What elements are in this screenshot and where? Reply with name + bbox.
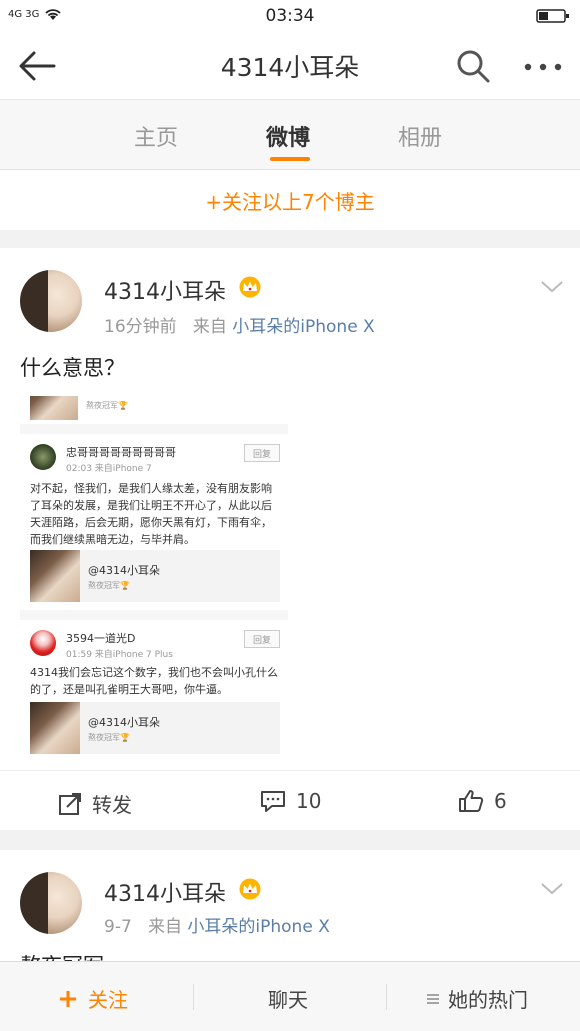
thumbs-up-icon <box>459 790 484 812</box>
post-time: 9-7 <box>104 917 132 937</box>
signal-indicators: 4G 3G <box>8 7 63 21</box>
quoted-username: @4314小耳朵 <box>88 564 160 577</box>
clock: 03:34 <box>265 6 315 26</box>
comment-button[interactable]: 10 <box>260 789 321 813</box>
post-meta: 9-7 来自 小耳朵的iPhone X <box>104 912 330 937</box>
quoted-caption: 熬夜冠军🏆 <box>88 733 130 742</box>
quoted-username: @4314小耳朵 <box>88 716 160 729</box>
comment-count: 10 <box>296 789 322 813</box>
post-image[interactable]: 熬夜冠军🏆 忠哥哥哥哥哥哥哥哥哥 02:03 来自iPhone 7 回复 对不起… <box>20 396 288 756</box>
repost-icon <box>59 792 81 815</box>
comment-icon <box>261 791 285 812</box>
top-nav-bar: 4314小耳朵 <box>0 32 580 100</box>
post-username[interactable]: 4314小耳朵 <box>104 274 226 306</box>
like-count: 6 <box>494 789 507 813</box>
comment-time: 02:03 来自iPhone 7 <box>66 464 152 474</box>
embedded-thumbnail <box>30 396 78 420</box>
list-icon <box>427 993 439 1004</box>
network-label: 4G 3G <box>8 8 40 20</box>
comment-time: 01:59 来自iPhone 7 Plus <box>66 650 173 660</box>
wifi-icon <box>45 9 62 20</box>
status-bar: 4G 3G 03:34 <box>0 0 580 32</box>
post-source[interactable]: 小耳朵的iPhone X <box>187 917 329 937</box>
plus-icon <box>60 990 76 1007</box>
follow-all-button[interactable]: +关注以上7个博主 <box>0 170 580 230</box>
quoted-thumbnail <box>30 702 80 754</box>
repost-button[interactable]: 转发 <box>58 789 132 818</box>
tab-weibo[interactable]: 微博 <box>266 120 310 152</box>
chat-button[interactable]: 聊天 <box>268 984 308 1013</box>
reply-label: 回复 <box>244 630 280 648</box>
post-text: 什么意思？ <box>20 356 125 380</box>
hot-posts-label: 她的热门 <box>448 988 528 1012</box>
reply-label: 回复 <box>244 444 280 462</box>
like-button[interactable]: 6 <box>458 789 507 813</box>
quoted-post: @4314小耳朵 熬夜冠军🏆 <box>30 550 280 602</box>
active-tab-indicator <box>270 157 310 161</box>
comment-text: 对不起，怪我们，是我们人缘太差，没有朋友影响了耳朵的发展，是我们让明王不开心了，… <box>30 482 272 546</box>
hot-posts-button[interactable]: 她的热门 <box>426 984 528 1013</box>
bottom-action-bar: 关注 聊天 她的热门 <box>0 961 580 1031</box>
crown-badge-icon <box>239 276 261 298</box>
divider <box>193 984 194 1010</box>
commenter-name: 3594一道光D <box>66 632 136 645</box>
page-title: 4314小耳朵 <box>220 52 360 82</box>
more-options-icon[interactable] <box>523 62 563 72</box>
chevron-down-icon[interactable] <box>540 280 564 294</box>
avatar[interactable] <box>20 270 82 332</box>
quoted-post: @4314小耳朵 熬夜冠军🏆 <box>30 702 280 754</box>
back-arrow-icon[interactable] <box>18 50 58 82</box>
embedded-comment: 3594一道光D 01:59 来自iPhone 7 Plus 回复 4314我们… <box>20 620 288 756</box>
follow-button[interactable]: 关注 <box>58 984 128 1013</box>
commenter-name: 忠哥哥哥哥哥哥哥哥哥 <box>66 446 176 459</box>
post-username[interactable]: 4314小耳朵 <box>104 876 226 908</box>
post-meta: 16分钟前 来自 小耳朵的iPhone X <box>104 312 375 337</box>
post-card: 4314小耳朵 16分钟前 来自 小耳朵的iPhone X 什么意思？ 熬夜冠军… <box>0 248 580 830</box>
quoted-thumbnail <box>30 550 80 602</box>
repost-label: 转发 <box>92 793 132 817</box>
divider <box>386 984 387 1010</box>
search-icon[interactable] <box>455 48 491 84</box>
follow-label: 关注 <box>88 988 128 1012</box>
avatar[interactable] <box>20 872 82 934</box>
commenter-avatar <box>30 630 56 656</box>
post-source[interactable]: 小耳朵的iPhone X <box>232 317 374 337</box>
tab-home[interactable]: 主页 <box>134 120 178 152</box>
post-action-bar: 转发 10 6 <box>0 770 580 830</box>
embedded-top-strip: 熬夜冠军🏆 <box>20 396 288 424</box>
post-time: 16分钟前 <box>104 317 177 337</box>
comment-text: 4314我们会忘记这个数字，我们也不会叫小孔什么的了，还是叫孔雀明王大哥吧，你牛… <box>30 666 278 696</box>
commenter-avatar <box>30 444 56 470</box>
chevron-down-icon[interactable] <box>540 882 564 896</box>
crown-badge-icon <box>239 878 261 900</box>
post-card: 4314小耳朵 9-7 来自 小耳朵的iPhone X 熬夜冠军 <box>0 850 580 970</box>
source-prefix: 来自 <box>148 917 182 937</box>
source-prefix: 来自 <box>192 317 227 337</box>
quoted-caption: 熬夜冠军🏆 <box>88 581 130 590</box>
embedded-comment: 忠哥哥哥哥哥哥哥哥哥 02:03 来自iPhone 7 回复 对不起，怪我们，是… <box>20 434 288 610</box>
embedded-caption: 熬夜冠军🏆 <box>86 401 128 410</box>
tab-album[interactable]: 相册 <box>398 120 442 152</box>
battery-icon <box>536 9 569 23</box>
